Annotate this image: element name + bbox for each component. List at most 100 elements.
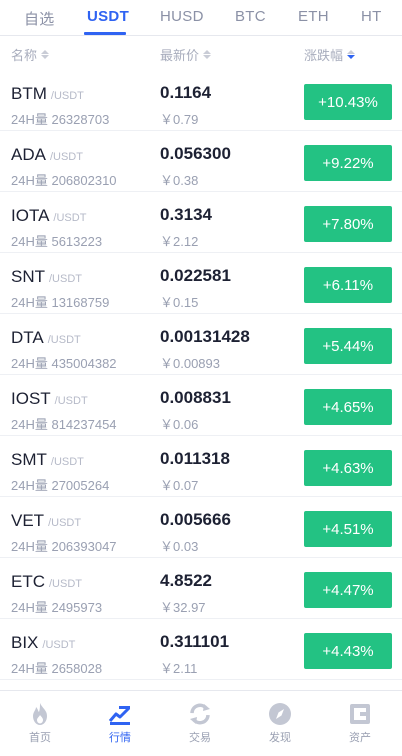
- cny-price: ￥0.07: [160, 478, 199, 493]
- market-row-etc[interactable]: ETC/USDT 24H量 2495973 4.8522 ￥32.97 +4.4…: [0, 558, 402, 619]
- nav-market[interactable]: 行情: [80, 691, 160, 756]
- quote-currency: /USDT: [48, 517, 82, 529]
- change-badge[interactable]: +5.44%: [304, 328, 392, 364]
- market-tabs: 自选 USDT HUSD BTC ETH HT: [0, 0, 402, 36]
- quote-currency: /USDT: [50, 90, 84, 102]
- sort-desc-active-icon: [347, 50, 356, 59]
- quote-currency: /USDT: [42, 639, 76, 651]
- last-price: 0.311101: [160, 632, 230, 651]
- nav-label: 首页: [29, 732, 51, 744]
- tab-husd[interactable]: HUSD: [160, 8, 204, 25]
- market-list: BTM/USDT 24H量 26328703 0.1164 ￥0.79 +10.…: [0, 70, 402, 680]
- exchange-icon: [190, 703, 210, 725]
- cny-price: ￥2.12: [160, 234, 199, 249]
- change-badge[interactable]: +4.47%: [304, 572, 392, 608]
- change-badge[interactable]: +4.43%: [304, 633, 392, 669]
- market-row-btm[interactable]: BTM/USDT 24H量 26328703 0.1164 ￥0.79 +10.…: [0, 70, 402, 131]
- change-badge[interactable]: +7.80%: [304, 206, 392, 242]
- market-row-smt[interactable]: SMT/USDT 24H量 27005264 0.011318 ￥0.07 +4…: [0, 436, 402, 497]
- nav-trade[interactable]: 交易: [160, 691, 240, 756]
- quote-currency: /USDT: [53, 212, 87, 224]
- last-price: 0.008831: [160, 388, 231, 407]
- coin-symbol: SNT: [11, 267, 45, 286]
- last-price: 0.3134: [160, 205, 212, 224]
- flame-icon: [33, 703, 47, 725]
- last-price: 0.056300: [160, 144, 231, 163]
- quote-currency: /USDT: [50, 456, 84, 468]
- market-row-ada[interactable]: ADA/USDT 24H量 206802310 0.056300 ￥0.38 +…: [0, 131, 402, 192]
- tab-eth[interactable]: ETH: [298, 8, 329, 25]
- price-column-label: 最新价: [160, 48, 200, 63]
- quote-currency: /USDT: [49, 273, 82, 285]
- volume-24h: 24H量 26328703: [11, 112, 110, 127]
- change-badge[interactable]: +4.63%: [304, 450, 392, 486]
- volume-24h: 24H量 2658028: [11, 661, 103, 676]
- last-price: 0.011318: [160, 449, 230, 468]
- cny-price: ￥0.79: [160, 112, 199, 127]
- volume-24h: 24H量 206802310: [11, 173, 117, 188]
- change-badge[interactable]: +4.65%: [304, 389, 392, 425]
- quote-currency: /USDT: [47, 334, 81, 346]
- last-price: 0.00131428: [160, 327, 250, 346]
- market-row-iota[interactable]: IOTA/USDT 24H量 5613223 0.3134 ￥2.12 +7.8…: [0, 192, 402, 253]
- coin-symbol: IOTA: [11, 206, 50, 225]
- compass-icon: [269, 703, 291, 725]
- volume-24h: 24H量 814237454: [11, 417, 117, 432]
- volume-24h: 24H量 27005264: [11, 478, 110, 493]
- coin-symbol: ETC: [11, 572, 45, 591]
- coin-symbol: ADA: [11, 145, 46, 164]
- cny-price: ￥0.06: [160, 417, 199, 432]
- sort-by-price[interactable]: 最新价: [160, 45, 212, 64]
- market-row-dta[interactable]: DTA/USDT 24H量 435004382 0.00131428 ￥0.00…: [0, 314, 402, 375]
- cny-price: ￥2.11: [160, 661, 198, 676]
- wallet-icon: [350, 704, 370, 724]
- nav-assets[interactable]: 资产: [320, 691, 400, 756]
- quote-currency: /USDT: [49, 578, 82, 590]
- nav-label: 行情: [109, 732, 131, 744]
- coin-symbol: BTM: [11, 84, 47, 103]
- market-row-bix[interactable]: BIX/USDT 24H量 2658028 0.311101 ￥2.11 +4.…: [0, 619, 402, 680]
- change-badge[interactable]: +4.51%: [304, 511, 392, 547]
- sort-by-change[interactable]: 涨跌幅: [304, 45, 356, 64]
- last-price: 0.1164: [160, 83, 212, 102]
- nav-label: 交易: [189, 732, 211, 744]
- change-badge[interactable]: +9.22%: [304, 145, 392, 181]
- quote-currency: /USDT: [49, 151, 83, 163]
- tab-btc[interactable]: BTC: [235, 8, 266, 25]
- sort-arrows-icon: [203, 50, 212, 59]
- coin-symbol: VET: [11, 511, 45, 530]
- active-tab-indicator: [84, 32, 126, 35]
- volume-24h: 24H量 2495973: [11, 600, 103, 615]
- market-row-vet[interactable]: VET/USDT 24H量 206393047 0.005666 ￥0.03 +…: [0, 497, 402, 558]
- column-header: 名称 最新价 涨跌幅: [0, 36, 402, 70]
- cny-price: ￥32.97: [160, 600, 206, 615]
- coin-symbol: IOST: [11, 389, 51, 408]
- cny-price: ￥0.00893: [160, 356, 220, 371]
- name-column-label: 名称: [11, 48, 38, 63]
- nav-label: 发现: [269, 732, 291, 744]
- coin-symbol: SMT: [11, 450, 47, 469]
- change-column-label: 涨跌幅: [304, 48, 344, 63]
- volume-24h: 24H量 435004382: [11, 356, 117, 371]
- market-row-snt[interactable]: SNT/USDT 24H量 13168759 0.022581 ￥0.15 +6…: [0, 253, 402, 314]
- nav-home[interactable]: 首页: [0, 691, 80, 756]
- sort-by-name[interactable]: 名称: [11, 45, 50, 64]
- change-badge[interactable]: +6.11%: [304, 267, 392, 303]
- volume-24h: 24H量 13168759: [11, 295, 110, 310]
- cny-price: ￥0.38: [160, 173, 199, 188]
- volume-24h: 24H量 206393047: [11, 539, 117, 554]
- tab-favorites[interactable]: 自选: [24, 8, 55, 29]
- nav-discover[interactable]: 发现: [240, 691, 320, 756]
- market-icon: [108, 706, 131, 725]
- tab-usdt[interactable]: USDT: [87, 8, 129, 25]
- change-badge[interactable]: +10.43%: [304, 84, 392, 120]
- tab-ht[interactable]: HT: [361, 8, 382, 25]
- last-price: 0.005666: [160, 510, 231, 529]
- last-price: 4.8522: [160, 571, 212, 590]
- nav-label: 资产: [349, 732, 371, 744]
- sort-arrows-icon: [41, 50, 50, 59]
- volume-24h: 24H量 5613223: [11, 234, 103, 249]
- last-price: 0.022581: [160, 266, 231, 285]
- market-row-iost[interactable]: IOST/USDT 24H量 814237454 0.008831 ￥0.06 …: [0, 375, 402, 436]
- cny-price: ￥0.03: [160, 539, 199, 554]
